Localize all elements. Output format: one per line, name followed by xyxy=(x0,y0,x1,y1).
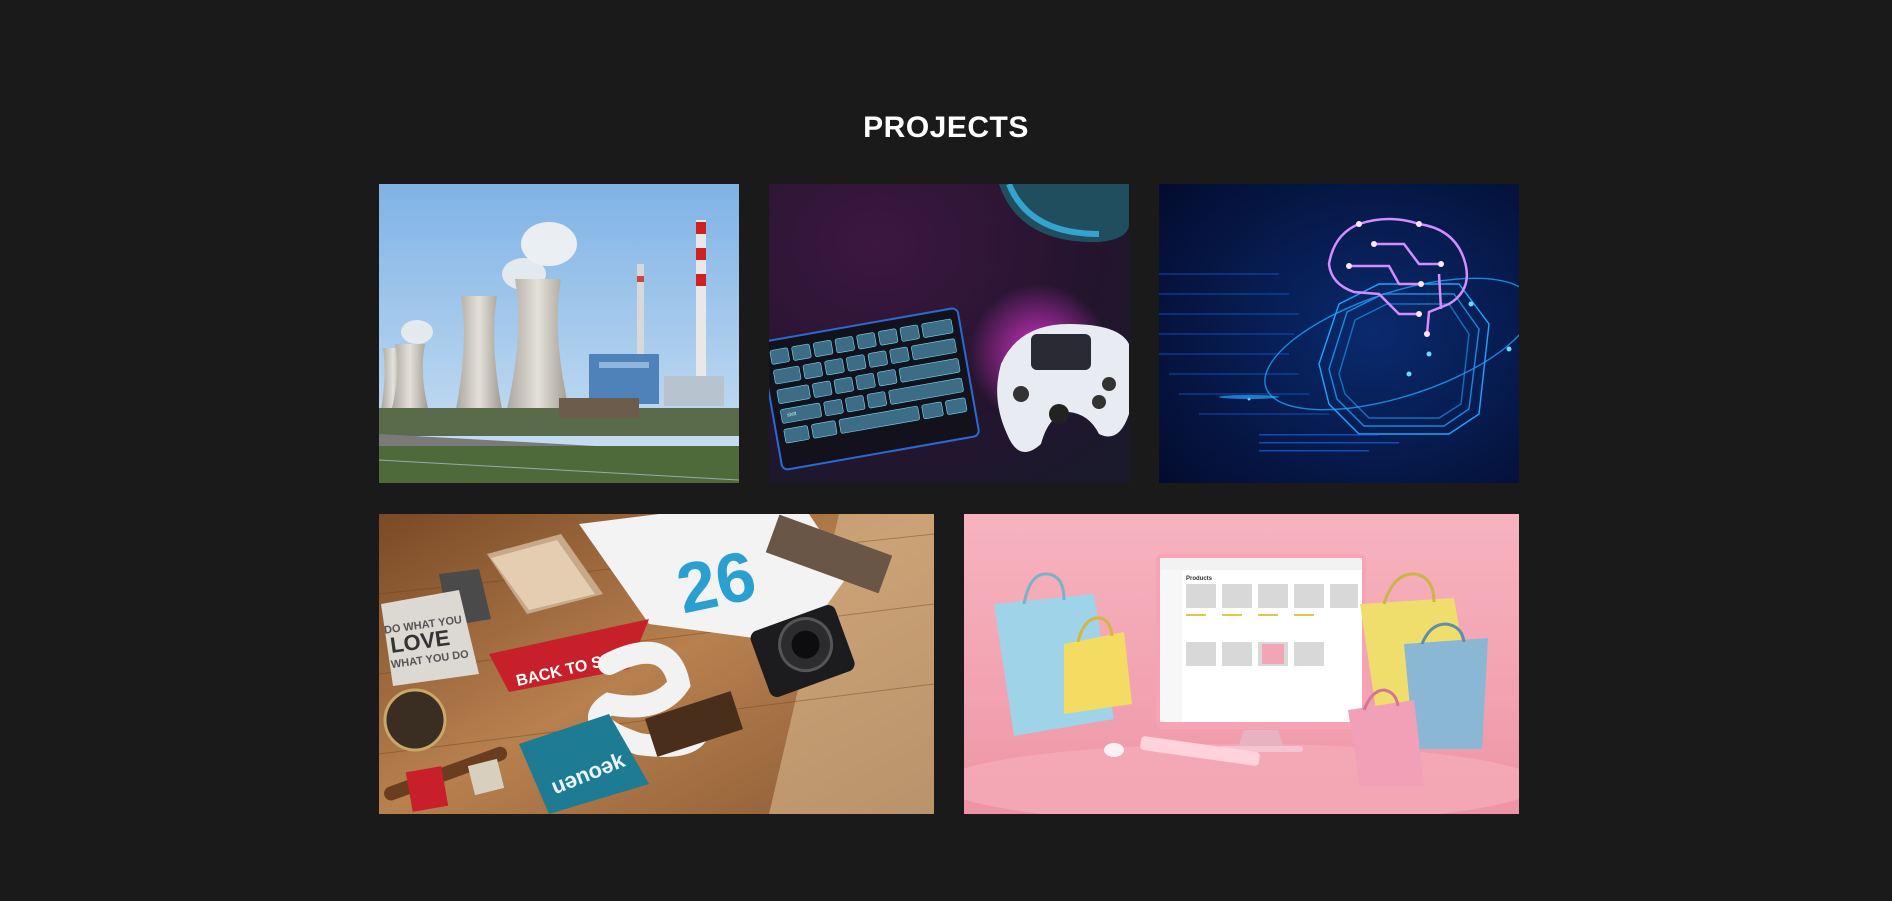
project-card-ai-brain[interactable] xyxy=(1159,184,1519,483)
project-card-power-plant[interactable] xyxy=(379,184,739,483)
projects-section: PROJECTS shift 26 DO WHAT YOU LOVE WHAT … xyxy=(0,0,1892,901)
section-title: PROJECTS xyxy=(863,111,1029,144)
screen-heading: Products xyxy=(1186,576,1213,582)
project-card-ecommerce[interactable]: Products xyxy=(964,514,1519,814)
project-card-branding-mockup[interactable]: 26 DO WHAT YOU LOVE WHAT YOU DO BACK TO … xyxy=(379,514,934,814)
power-plant-image xyxy=(379,184,739,483)
project-card-gaming-gear[interactable]: shift xyxy=(769,184,1129,483)
tee-print: 26 xyxy=(670,536,762,628)
ecommerce-image: Products xyxy=(964,514,1519,814)
branding-mockup-image: 26 DO WHAT YOU LOVE WHAT YOU DO BACK TO … xyxy=(379,514,934,814)
gaming-gear-image: shift xyxy=(769,184,1129,483)
ai-brain-image xyxy=(1159,184,1519,483)
